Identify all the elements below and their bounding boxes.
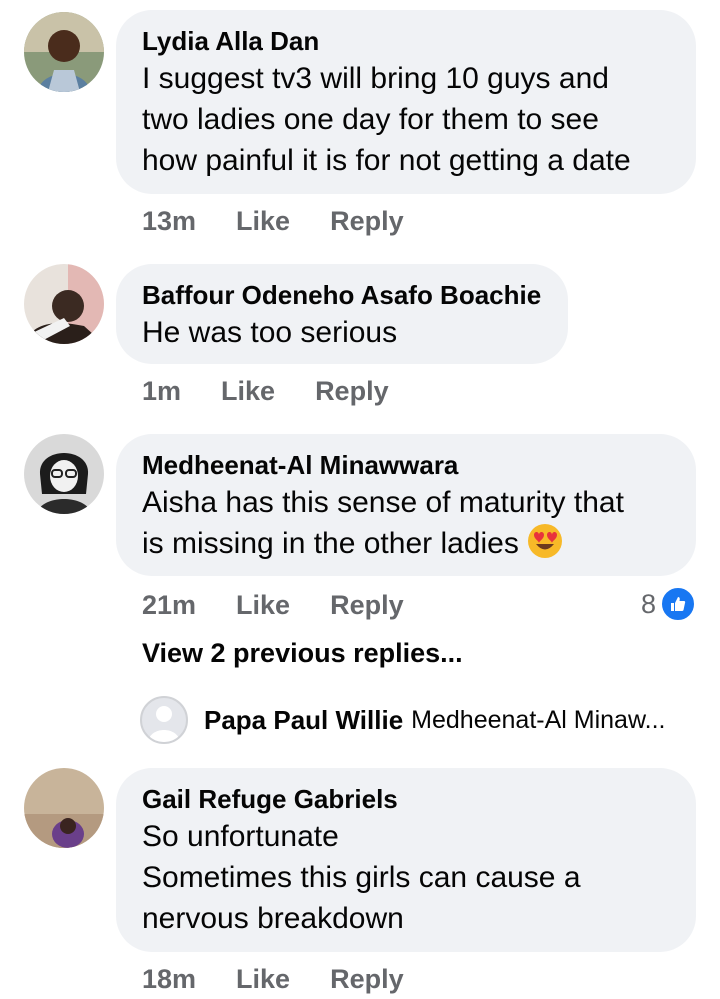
comment-time[interactable]: 1m bbox=[142, 376, 181, 407]
comment-author[interactable]: Baffour Odeneho Asafo Boachie bbox=[142, 280, 542, 310]
avatar[interactable] bbox=[24, 768, 104, 848]
comment-text: So unfortunate Sometimes this girls can … bbox=[142, 816, 670, 939]
comment-bubble[interactable]: Lydia Alla Dan I suggest tv3 will bring … bbox=[116, 10, 696, 194]
reply-button[interactable]: Reply bbox=[330, 590, 404, 621]
comment-line: how painful it is for not getting a date bbox=[142, 144, 631, 177]
comment-line: I suggest tv3 will bring 10 guys and bbox=[142, 62, 609, 95]
comment-line: So unfortunate bbox=[142, 820, 339, 853]
comment-bubble[interactable]: Baffour Odeneho Asafo Boachie He was too… bbox=[116, 264, 568, 364]
reply-button[interactable]: Reply bbox=[315, 376, 389, 407]
comment-author[interactable]: Lydia Alla Dan bbox=[142, 26, 670, 56]
avatar[interactable] bbox=[24, 264, 104, 344]
like-button[interactable]: Like bbox=[221, 376, 275, 407]
reply-button[interactable]: Reply bbox=[330, 206, 404, 237]
comment-line-with-emoji: is missing in the other ladies bbox=[142, 523, 670, 570]
comment-time[interactable]: 21m bbox=[142, 590, 196, 621]
like-button[interactable]: Like bbox=[236, 590, 290, 621]
like-reaction-icon bbox=[660, 586, 696, 622]
comment-text: He was too serious bbox=[142, 312, 542, 353]
view-previous-replies-link[interactable]: View 2 previous replies... bbox=[142, 638, 463, 669]
comment-time[interactable]: 13m bbox=[142, 206, 196, 237]
like-button[interactable]: Like bbox=[236, 206, 290, 237]
avatar[interactable] bbox=[24, 12, 104, 92]
comment-actions: 13m Like Reply bbox=[142, 206, 404, 237]
comment-actions: 1m Like Reply bbox=[142, 376, 389, 407]
comment-actions: 18m Like Reply bbox=[142, 964, 404, 995]
comment-line: He was too serious bbox=[142, 316, 398, 349]
comment-line: nervous breakdown bbox=[142, 902, 404, 935]
heart-eyes-emoji-icon bbox=[527, 523, 563, 570]
comment-text: I suggest tv3 will bring 10 guys and two… bbox=[142, 58, 670, 181]
reply-preview-text[interactable]: Medheenat-Al Minaw... bbox=[411, 706, 665, 735]
comment-bubble[interactable]: Medheenat-Al Minawwara Aisha has this se… bbox=[116, 434, 696, 576]
comment-time[interactable]: 18m bbox=[142, 964, 196, 995]
comment-author[interactable]: Medheenat-Al Minawwara bbox=[142, 450, 670, 480]
reaction-count: 8 bbox=[640, 588, 656, 619]
reply-author[interactable]: Papa Paul Willie bbox=[204, 705, 403, 736]
reply-button[interactable]: Reply bbox=[330, 964, 404, 995]
comment-text: Aisha has this sense of maturity that is… bbox=[142, 482, 670, 570]
like-button[interactable]: Like bbox=[236, 964, 290, 995]
comment-bubble[interactable]: Gail Refuge Gabriels So unfortunate Some… bbox=[116, 768, 696, 952]
comment-actions: 21m Like Reply bbox=[142, 590, 404, 621]
default-avatar-icon[interactable] bbox=[140, 696, 188, 744]
comment-line-text: is missing in the other ladies bbox=[142, 527, 519, 560]
avatar[interactable] bbox=[24, 434, 104, 514]
comment-line: Aisha has this sense of maturity that bbox=[142, 486, 624, 519]
reply-preview-row[interactable]: Papa Paul Willie Medheenat-Al Minaw... bbox=[140, 694, 665, 746]
reaction-summary[interactable]: 8 bbox=[641, 586, 696, 622]
comment-line: Sometimes this girls can cause a bbox=[142, 861, 581, 894]
comment-line: two ladies one day for them to see bbox=[142, 103, 599, 136]
comment-author[interactable]: Gail Refuge Gabriels bbox=[142, 784, 670, 814]
